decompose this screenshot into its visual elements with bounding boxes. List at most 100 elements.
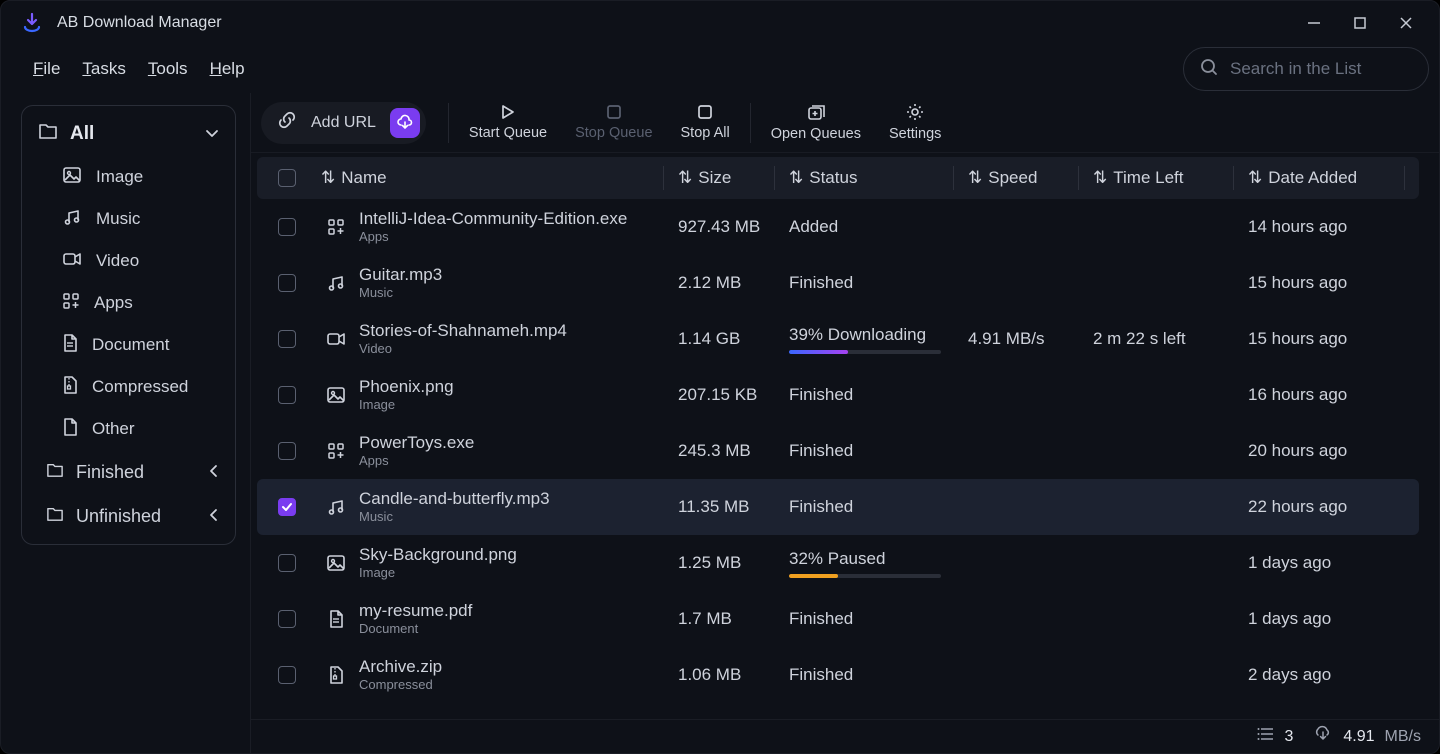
settings-button[interactable]: Settings (875, 97, 955, 149)
sidebar-item-label: Video (96, 251, 139, 271)
open-queues-button[interactable]: Open Queues (757, 97, 875, 149)
row-checkbox[interactable] (278, 554, 296, 572)
row-category: Video (359, 342, 567, 357)
music-icon (321, 498, 351, 516)
other-icon (62, 417, 78, 442)
row-date: 20 hours ago (1248, 441, 1404, 461)
row-filename: Archive.zip (359, 657, 442, 677)
row-date: 22 hours ago (1248, 497, 1404, 517)
row-status: 32% Paused (789, 549, 953, 578)
sidebar-item-label: Image (96, 167, 143, 187)
column-status[interactable]: ⇅Status (789, 168, 953, 188)
row-status: 39% Downloading (789, 325, 953, 354)
download-row[interactable]: Guitar.mp3Music 2.12 MB Finished 15 hour… (257, 255, 1419, 311)
row-size: 245.3 MB (678, 441, 774, 461)
menu-tools[interactable]: Tools (148, 59, 188, 79)
row-checkbox[interactable] (278, 498, 296, 516)
status-count: 3 (1285, 728, 1294, 746)
sort-icon: ⇅ (321, 168, 335, 188)
sidebar-item-compressed[interactable]: Compressed (26, 366, 231, 408)
download-row[interactable]: my-resume.pdfDocument 1.7 MB Finished 1 … (257, 591, 1419, 647)
sort-icon: ⇅ (678, 168, 692, 188)
maximize-button[interactable] (1351, 14, 1369, 32)
column-size[interactable]: ⇅Size (678, 168, 774, 188)
sidebar-item-apps[interactable]: Apps (26, 282, 231, 324)
close-button[interactable] (1397, 14, 1415, 32)
add-url-label: Add URL (311, 114, 376, 132)
sidebar-item-music[interactable]: Music (26, 198, 231, 240)
row-category: Apps (359, 454, 474, 469)
row-checkbox[interactable] (278, 218, 296, 236)
row-category: Compressed (359, 678, 442, 693)
row-category: Apps (359, 230, 627, 245)
download-row[interactable]: Stories-of-Shahnameh.mp4Video 1.14 GB 39… (257, 311, 1419, 367)
stop-queue-button[interactable]: Stop Queue (561, 97, 666, 149)
chevron-left-icon (209, 506, 219, 527)
download-row[interactable]: Archive.zipCompressed 1.06 MB Finished 2… (257, 647, 1419, 703)
row-category: Music (359, 286, 442, 301)
menu-help[interactable]: Help (210, 59, 245, 79)
menu-file[interactable]: File (33, 59, 60, 79)
row-filename: Stories-of-Shahnameh.mp4 (359, 321, 567, 341)
sidebar-item-other[interactable]: Other (26, 408, 231, 450)
minimize-button[interactable] (1305, 14, 1323, 32)
row-date: 16 hours ago (1248, 385, 1404, 405)
document-icon (62, 333, 78, 358)
row-filename: Candle-and-butterfly.mp3 (359, 489, 550, 509)
start-queue-button[interactable]: Start Queue (455, 97, 561, 149)
download-row[interactable]: IntelliJ-Idea-Community-Edition.exeApps … (257, 199, 1419, 255)
row-filename: PowerToys.exe (359, 433, 474, 453)
stop-all-button[interactable]: Stop All (667, 97, 744, 149)
download-row[interactable]: Sky-Background.pngImage 1.25 MB 32% Paus… (257, 535, 1419, 591)
sidebar-section-unfinished[interactable]: Unfinished (26, 494, 231, 538)
row-filename: Phoenix.png (359, 377, 454, 397)
search-box[interactable] (1183, 47, 1429, 91)
column-speed[interactable]: ⇅Speed (968, 168, 1078, 188)
row-checkbox[interactable] (278, 274, 296, 292)
title-bar: AB Download Manager (1, 1, 1439, 45)
row-category: Image (359, 566, 517, 581)
menu-bar: File Tasks Tools Help (1, 45, 1439, 93)
row-checkbox[interactable] (278, 330, 296, 348)
sidebar-item-document[interactable]: Document (26, 324, 231, 366)
sidebar-item-label: Apps (94, 293, 133, 313)
sidebar-item-label: Document (92, 335, 169, 355)
apps-icon (321, 218, 351, 236)
sidebar-group-all[interactable]: All (26, 112, 231, 156)
row-filename: Sky-Background.png (359, 545, 517, 565)
sidebar-item-label: Compressed (92, 377, 188, 397)
download-row[interactable]: Candle-and-butterfly.mp3Music 11.35 MB F… (257, 479, 1419, 535)
column-date-added[interactable]: ⇅Date Added (1248, 168, 1404, 188)
column-time-left[interactable]: ⇅Time Left (1093, 168, 1233, 188)
apps-icon (62, 292, 80, 315)
app-logo-icon (21, 12, 43, 34)
sidebar-item-image[interactable]: Image (26, 156, 231, 198)
download-row[interactable]: Phoenix.pngImage 207.15 KB Finished 16 h… (257, 367, 1419, 423)
row-filename: my-resume.pdf (359, 601, 472, 621)
video-icon (321, 331, 351, 347)
select-all-checkbox[interactable] (278, 169, 296, 187)
column-name[interactable]: ⇅Name (317, 168, 663, 188)
row-size: 207.15 KB (678, 385, 774, 405)
toolbar: Add URL Start Queue Stop Queue Stop All (251, 93, 1439, 153)
sidebar-section-finished[interactable]: Finished (26, 450, 231, 494)
row-checkbox[interactable] (278, 386, 296, 404)
row-filename: IntelliJ-Idea-Community-Edition.exe (359, 209, 627, 229)
row-status: Finished (789, 385, 953, 405)
add-url-button[interactable]: Add URL (261, 102, 426, 144)
status-speed-unit: MB/s (1385, 728, 1421, 746)
row-date: 15 hours ago (1248, 273, 1404, 293)
row-checkbox[interactable] (278, 666, 296, 684)
row-checkbox[interactable] (278, 610, 296, 628)
row-status: Finished (789, 273, 953, 293)
row-checkbox[interactable] (278, 442, 296, 460)
sidebar-all-label: All (70, 123, 94, 145)
document-icon (321, 609, 351, 629)
download-row[interactable]: PowerToys.exeApps 245.3 MB Finished 20 h… (257, 423, 1419, 479)
main-area: Add URL Start Queue Stop Queue Stop All (251, 93, 1439, 753)
search-input[interactable] (1230, 59, 1412, 79)
download-list[interactable]: IntelliJ-Idea-Community-Edition.exeApps … (251, 199, 1439, 719)
menu-tasks[interactable]: Tasks (82, 59, 125, 79)
sidebar-item-video[interactable]: Video (26, 240, 231, 282)
row-size: 1.14 GB (678, 329, 774, 349)
